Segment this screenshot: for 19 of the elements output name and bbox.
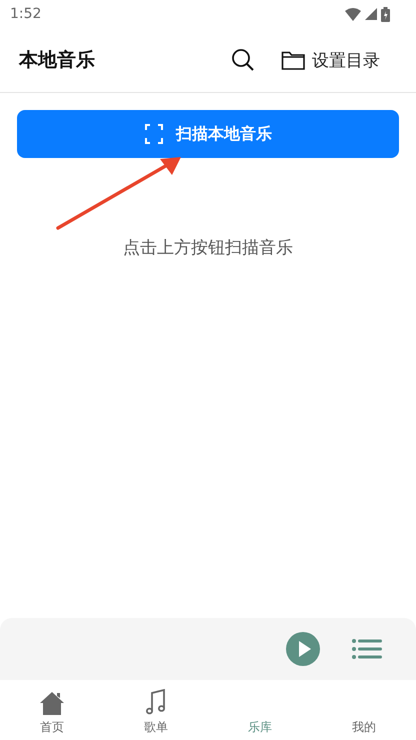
signal-icon xyxy=(365,8,377,20)
scan-icon xyxy=(144,124,164,144)
tab-item[interactable]: 我的 xyxy=(334,680,394,740)
search-icon[interactable] xyxy=(231,48,255,72)
status-time: 1:52 xyxy=(10,6,42,22)
folder-icon xyxy=(281,50,306,70)
page-title: 本地音乐 xyxy=(19,48,96,73)
tab-item[interactable]: 歌单 xyxy=(126,680,186,740)
play-button[interactable] xyxy=(286,632,320,666)
battery-icon xyxy=(381,6,390,22)
hint-text: 点击上方按钮扫描音乐 xyxy=(123,237,293,259)
scan-music-button[interactable]: 扫描本地音乐 xyxy=(17,110,399,158)
home-icon xyxy=(39,691,65,715)
tab-item[interactable]: 乐库 xyxy=(230,680,290,740)
set-directory-button[interactable]: 设置目录 xyxy=(281,48,380,72)
music-note-icon xyxy=(146,689,166,715)
wifi-icon xyxy=(345,8,361,20)
playlist-icon[interactable] xyxy=(352,639,382,659)
tab-item[interactable]: 首页 xyxy=(22,680,82,740)
